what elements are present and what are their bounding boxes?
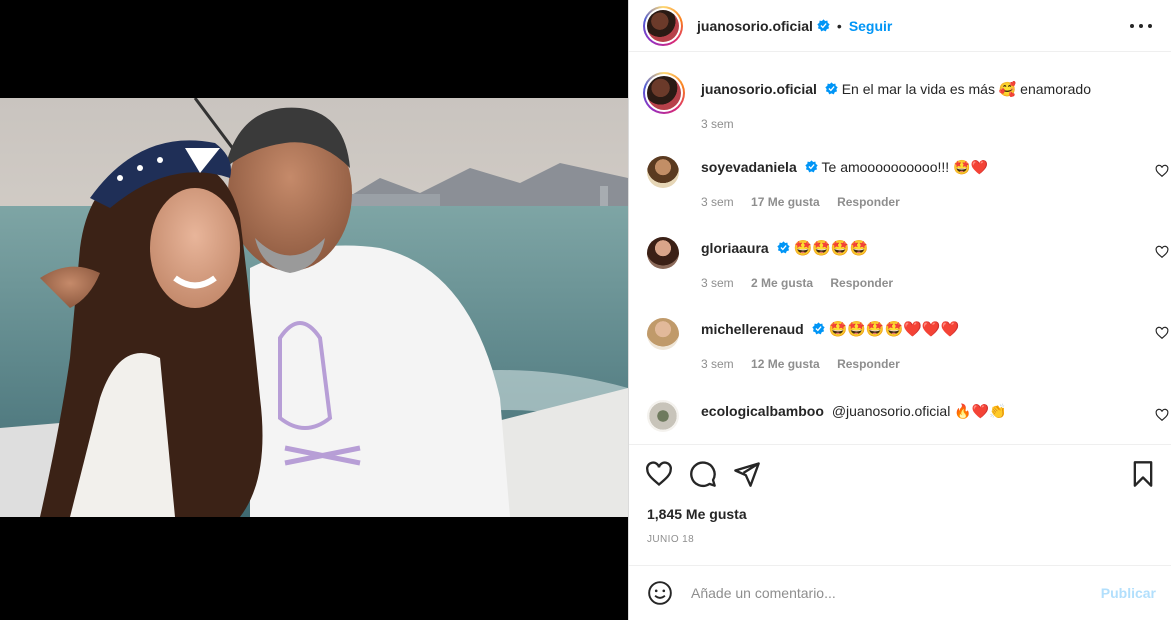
caption-avatar[interactable]: [643, 72, 685, 114]
heart-icon[interactable]: [1155, 164, 1169, 178]
commenter-username[interactable]: michellerenaud: [701, 321, 804, 337]
reply-button[interactable]: Responder: [830, 276, 893, 290]
comment-text: @juanosorio.oficial 🔥❤️👏: [831, 403, 1007, 419]
post-viewer: juanosorio.oficial • Seguir juanosorio.o…: [0, 0, 1171, 620]
comment-icon[interactable]: [689, 460, 717, 488]
commenter-username[interactable]: gloriaaura: [701, 240, 769, 256]
commenter-avatar[interactable]: [647, 400, 679, 432]
post-photo[interactable]: [0, 98, 628, 517]
comment-text: 🤩🤩🤩🤩: [793, 239, 869, 257]
verified-badge-icon: [776, 241, 790, 254]
post-photo-image: [0, 98, 628, 517]
comment-time: 3 sem: [701, 276, 734, 290]
author-username[interactable]: juanosorio.oficial: [697, 18, 813, 34]
comment-item: michellerenaud 🤩🤩🤩🤩❤️❤️❤️ 3 sem 12 Me gu…: [647, 318, 1169, 373]
comment-likes[interactable]: 17 Me gusta: [751, 195, 820, 209]
commenter-avatar[interactable]: [647, 156, 679, 188]
post-date: JUNIO 18: [647, 534, 695, 545]
follow-button[interactable]: Seguir: [849, 18, 893, 34]
caption-time: 3 sem: [701, 117, 734, 131]
verified-badge-icon: [817, 19, 830, 32]
comment-item: ecologicalbamboo @juanosorio.oficial 🔥❤️…: [647, 400, 1169, 432]
author-avatar-image: [647, 9, 679, 42]
comment-time: 3 sem: [701, 357, 734, 371]
commenter-avatar[interactable]: [647, 318, 679, 350]
emoji-icon[interactable]: [647, 580, 673, 606]
caption-text: En el mar la vida es más 🥰 enamorado: [841, 81, 1092, 97]
bookmark-icon[interactable]: [1129, 460, 1157, 488]
comment-text: Te amoooooooooo!!! 🤩❤️: [821, 159, 988, 175]
post-header: juanosorio.oficial • Seguir: [629, 0, 1171, 52]
share-icon[interactable]: [733, 460, 761, 488]
author-avatar[interactable]: [643, 5, 683, 46]
likes-count[interactable]: 1,845 Me gusta: [647, 506, 747, 522]
comment-meta: 3 sem 17 Me gusta Responder: [701, 193, 988, 211]
heart-icon[interactable]: [1155, 245, 1169, 259]
comment-time: 3 sem: [701, 195, 734, 209]
post-caption: juanosorio.oficial En el mar la vida es …: [643, 72, 1158, 133]
comments-list[interactable]: juanosorio.oficial En el mar la vida es …: [629, 60, 1171, 445]
verified-badge-icon: [825, 82, 838, 95]
commenter-avatar[interactable]: [647, 237, 679, 269]
caption-username[interactable]: juanosorio.oficial: [701, 81, 817, 97]
add-comment-bar: Publicar: [629, 565, 1171, 620]
comment-likes[interactable]: 2 Me gusta: [751, 276, 813, 290]
comment-item: soyevadaniela Te amoooooooooo!!! 🤩❤️ 3 s…: [647, 156, 1169, 211]
comment-likes[interactable]: 12 Me gusta: [751, 357, 820, 371]
reply-button[interactable]: Responder: [837, 195, 900, 209]
commenter-username[interactable]: ecologicalbamboo: [701, 403, 824, 419]
publish-button[interactable]: Publicar: [1101, 585, 1156, 601]
post-actions: [645, 460, 1157, 490]
post-media: [0, 0, 628, 620]
comment-input[interactable]: [691, 585, 1051, 601]
comment-meta: 3 sem 2 Me gusta Responder: [701, 274, 893, 292]
comment-meta: 3 sem 12 Me gusta Responder: [701, 355, 959, 373]
commenter-username[interactable]: soyevadaniela: [701, 159, 797, 175]
heart-icon[interactable]: [1155, 408, 1169, 422]
verified-badge-icon: [811, 322, 825, 335]
post-panel: juanosorio.oficial • Seguir juanosorio.o…: [628, 0, 1171, 620]
verified-badge-icon: [804, 160, 818, 173]
heart-icon[interactable]: [645, 460, 673, 488]
caption-avatar-image: [647, 76, 681, 110]
reply-button[interactable]: Responder: [837, 357, 900, 371]
more-options-icon[interactable]: [1130, 16, 1152, 36]
comment-item: gloriaaura 🤩🤩🤩🤩 3 sem 2 Me gusta Respond…: [647, 237, 1169, 292]
heart-icon[interactable]: [1155, 326, 1169, 340]
comment-text: 🤩🤩🤩🤩❤️❤️❤️: [828, 320, 960, 338]
separator-dot: •: [836, 17, 842, 34]
